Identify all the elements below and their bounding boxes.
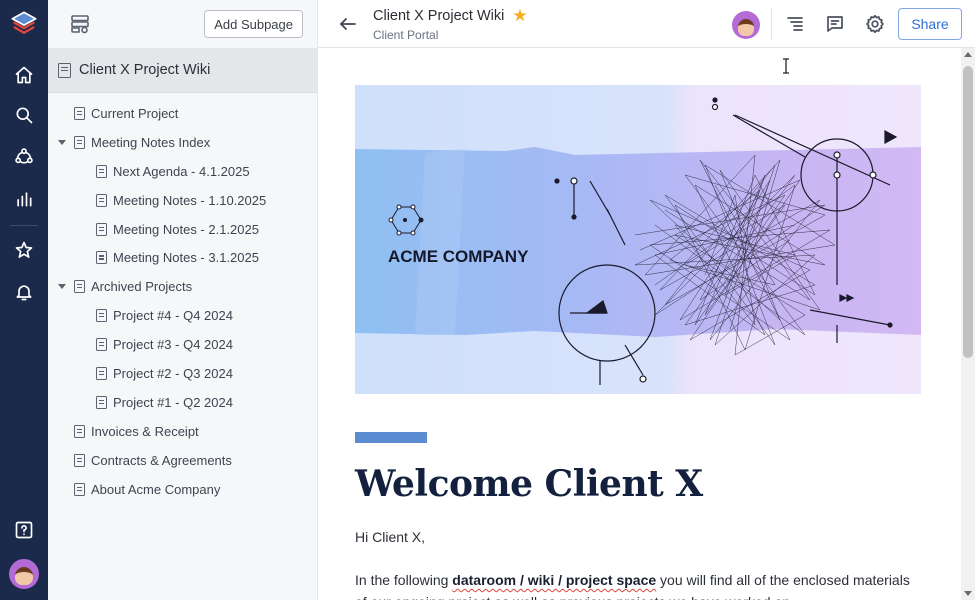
- sidebar-tree-item-label: Meeting Notes - 1.10.2025: [113, 192, 267, 208]
- text-cursor-icon: [783, 58, 789, 74]
- intro-paragraph: In the following dataroom / wiki / proje…: [355, 569, 915, 600]
- greeting-text: Hi Client X,: [355, 529, 426, 545]
- logo-icon[interactable]: [8, 8, 40, 40]
- page-title-row: Client X Project Wiki ★: [373, 7, 528, 24]
- page-tree: Current Project Meeting Notes Index Next A…: [48, 93, 317, 503]
- sidebar-tree-item-label: Project #2 - Q3 2024: [113, 365, 233, 381]
- page-icon: [96, 164, 107, 178]
- help-icon[interactable]: [8, 514, 40, 546]
- page-icon: [96, 395, 107, 409]
- sidebar-tree-item[interactable]: Next Agenda - 4.1.2025: [48, 157, 317, 186]
- sidebar-tree-item[interactable]: Contracts & Agreements: [48, 446, 317, 475]
- page-icon: [74, 453, 85, 467]
- content-scrollbar[interactable]: [961, 48, 975, 600]
- sidebar-tree-item-label: Meeting Notes - 2.1.2025: [113, 221, 259, 237]
- sidebar-tree-item-label: Current Project: [91, 105, 179, 121]
- add-subpage-button[interactable]: Add Subpage: [204, 10, 303, 38]
- bell-icon[interactable]: [8, 276, 40, 308]
- sidebar-tree-item-label: Project #1 - Q2 2024: [113, 394, 233, 410]
- sidebar-tree-item-label: Next Agenda - 4.1.2025: [113, 163, 250, 179]
- favorite-star-icon[interactable]: ★: [512, 7, 527, 24]
- outline-icon[interactable]: [783, 12, 807, 36]
- scroll-up-arrow-icon[interactable]: [964, 52, 972, 57]
- page-icon: [96, 251, 107, 265]
- collaborator-avatar[interactable]: [732, 11, 760, 39]
- intro-text-start: In the following: [355, 572, 453, 588]
- sidebar-tree-item-label: Invoices & Receipt: [91, 423, 199, 439]
- user-avatar[interactable]: [9, 559, 39, 589]
- sidebar-tree-item[interactable]: Meeting Notes - 2.1.2025: [48, 215, 317, 244]
- sidebar-tree-item[interactable]: Meeting Notes - 3.1.2025: [48, 243, 317, 272]
- page-icon: [96, 338, 107, 352]
- page-icon: [96, 309, 107, 323]
- page-icon: [58, 62, 71, 78]
- page-icon: [96, 222, 107, 236]
- sidebar-tree-item[interactable]: Meeting Notes - 1.10.2025: [48, 186, 317, 215]
- sidebar-tree-item-label: Project #4 - Q4 2024: [113, 308, 233, 324]
- sidebar-tree-item[interactable]: Current Project: [48, 99, 317, 128]
- company-banner-image: ACME COMPANY: [355, 85, 921, 394]
- sidebar-tree-item-label: Archived Projects: [91, 279, 193, 295]
- rail-divider: [10, 225, 38, 226]
- page-heading: Welcome Client X: [355, 463, 703, 505]
- page-tree-sidebar: Add Subpage Client X Project Wiki Curren…: [48, 0, 318, 600]
- app-rail: [0, 0, 48, 600]
- sidebar-tree-item[interactable]: Project #3 - Q4 2024: [48, 330, 317, 359]
- database-icon[interactable]: [70, 14, 90, 34]
- page-icon: [74, 424, 85, 438]
- home-icon[interactable]: [8, 59, 40, 91]
- intro-bold-text: dataroom / wiki / project space: [452, 572, 657, 588]
- sidebar-root-title: Client X Project Wiki: [79, 62, 211, 78]
- expand-caret-icon[interactable]: [58, 284, 66, 290]
- chart-icon[interactable]: [8, 183, 40, 215]
- scroll-down-arrow-icon[interactable]: [964, 591, 972, 596]
- banner-company-name: ACME COMPANY: [388, 247, 529, 266]
- sidebar-tree-item-label: About Acme Company: [91, 481, 221, 497]
- page-header: Client X Project Wiki ★ Client Portal Sh…: [318, 0, 975, 48]
- page-content: ACME COMPANY Welcome Client X Hi Client …: [318, 48, 975, 600]
- sidebar-tree-item[interactable]: Invoices & Receipt: [48, 417, 317, 446]
- sidebar-tree-item-label: Project #3 - Q4 2024: [113, 337, 233, 353]
- sidebar-tree-item[interactable]: Project #4 - Q4 2024: [48, 301, 317, 330]
- share-button[interactable]: Share: [898, 8, 962, 40]
- page-icon: [96, 366, 107, 380]
- back-arrow-icon[interactable]: [338, 14, 358, 34]
- sidebar-tree-item[interactable]: About Acme Company: [48, 475, 317, 504]
- page-icon: [74, 106, 85, 120]
- page-icon: [96, 193, 107, 207]
- sidebar-tree-item[interactable]: Project #2 - Q3 2024: [48, 359, 317, 388]
- breadcrumb[interactable]: Client Portal: [373, 28, 438, 42]
- sidebar-tree-item[interactable]: Meeting Notes Index: [48, 128, 317, 157]
- network-icon[interactable]: [8, 141, 40, 173]
- sidebar-tree-item-label: Meeting Notes Index: [91, 134, 211, 150]
- search-icon[interactable]: [8, 99, 40, 131]
- sidebar-tree-item-label: Contracts & Agreements: [91, 452, 232, 468]
- page-icon: [74, 280, 85, 294]
- sidebar-tree-item[interactable]: Archived Projects: [48, 272, 317, 301]
- star-icon[interactable]: [8, 234, 40, 266]
- page-icon: [74, 135, 85, 149]
- heading-accent-bar: [355, 432, 427, 443]
- sidebar-tree-item[interactable]: Project #1 - Q2 2024: [48, 388, 317, 417]
- page-title: Client X Project Wiki: [373, 7, 505, 24]
- scrollbar-thumb[interactable]: [963, 66, 973, 358]
- settings-icon[interactable]: [863, 12, 887, 36]
- page-icon: [74, 482, 85, 496]
- comment-icon[interactable]: [823, 12, 847, 36]
- header-divider: [771, 8, 772, 40]
- expand-caret-icon[interactable]: [58, 139, 66, 145]
- sidebar-toolbar: Add Subpage: [48, 0, 317, 48]
- sidebar-tree-item-label: Meeting Notes - 3.1.2025: [113, 250, 259, 266]
- sidebar-root-page[interactable]: Client X Project Wiki: [48, 48, 317, 93]
